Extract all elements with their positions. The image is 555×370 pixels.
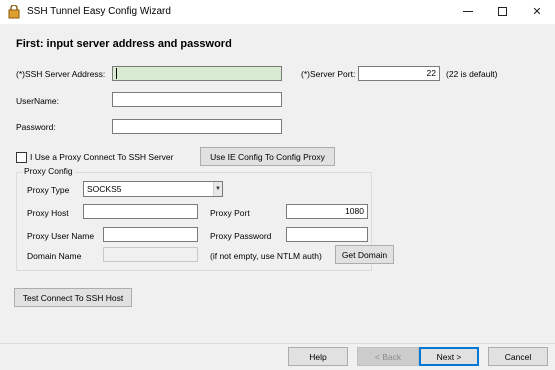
use-ie-config-button[interactable]: Use IE Config To Config Proxy <box>200 147 335 166</box>
use-proxy-checkbox[interactable] <box>16 152 27 163</box>
close-button[interactable]: ✕ <box>520 0 554 22</box>
proxy-host-input[interactable] <box>83 204 198 219</box>
proxy-type-value: SOCKS5 <box>87 184 122 194</box>
title-bar: SSH Tunnel Easy Config Wizard ✕ <box>0 0 555 24</box>
domain-name-input[interactable] <box>103 247 198 262</box>
proxy-host-label: Proxy Host <box>27 208 69 218</box>
page-heading: First: input server address and password <box>16 38 232 50</box>
maximize-icon <box>497 6 507 16</box>
proxy-config-title: Proxy Config <box>22 166 75 176</box>
help-button[interactable]: Help <box>288 347 348 366</box>
proxy-port-input[interactable]: 1080 <box>286 204 368 219</box>
username-input[interactable] <box>112 92 282 107</box>
proxy-user-label: Proxy User Name <box>27 231 95 241</box>
app-icon <box>8 5 20 19</box>
chevron-down-icon[interactable]: ▼ <box>213 182 222 196</box>
domain-hint: (if not empty, use NTLM auth) <box>210 251 322 261</box>
proxy-type-select[interactable]: SOCKS5 ▼ <box>83 181 223 197</box>
domain-name-label: Domain Name <box>27 251 82 261</box>
back-button[interactable]: < Back <box>357 347 419 366</box>
server-port-input[interactable]: 22 <box>358 66 440 81</box>
minimize-button[interactable] <box>451 0 485 22</box>
username-label: UserName: <box>16 96 59 106</box>
password-label: Password: <box>16 122 56 132</box>
maximize-button[interactable] <box>485 0 519 22</box>
close-icon: ✕ <box>532 5 542 18</box>
window-title: SSH Tunnel Easy Config Wizard <box>27 6 171 17</box>
proxy-password-input[interactable] <box>286 227 368 242</box>
minimize-icon <box>463 10 473 12</box>
proxy-port-label: Proxy Port <box>210 208 250 218</box>
password-input[interactable] <box>112 119 282 134</box>
test-connect-button[interactable]: Test Connect To SSH Host <box>14 288 132 307</box>
server-port-label: (*)Server Port: <box>301 69 356 79</box>
server-port-hint: (22 is default) <box>446 69 498 79</box>
proxy-password-label: Proxy Password <box>210 231 272 241</box>
server-address-label: (*)SSH Server Address: <box>16 69 106 79</box>
use-proxy-label[interactable]: I Use a Proxy Connect To SSH Server <box>30 152 173 162</box>
cancel-button[interactable]: Cancel <box>488 347 548 366</box>
proxy-type-label: Proxy Type <box>27 185 70 195</box>
next-button[interactable]: Next > <box>419 347 479 366</box>
proxy-user-input[interactable] <box>103 227 198 242</box>
get-domain-button[interactable]: Get Domain <box>335 245 394 264</box>
server-address-input[interactable] <box>112 66 282 81</box>
text-caret <box>116 68 117 79</box>
